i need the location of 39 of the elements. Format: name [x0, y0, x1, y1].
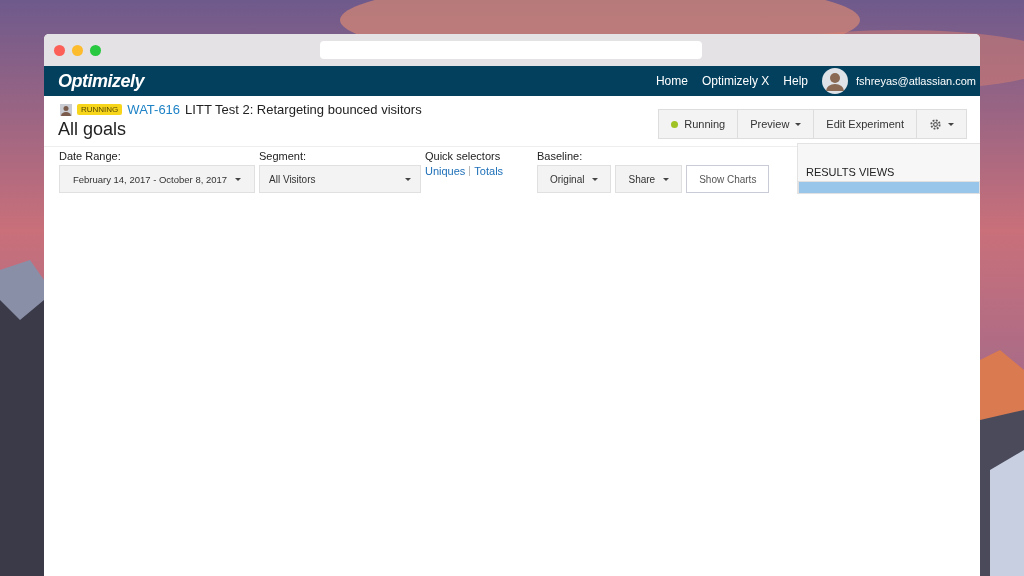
view-title: All goals: [58, 119, 128, 140]
nav-link[interactable]: Optimizely X: [701, 74, 770, 88]
preview-button[interactable]: Preview: [738, 110, 815, 138]
caret-icon: [795, 122, 802, 126]
segment-dropdown[interactable]: All Visitors: [259, 165, 421, 193]
quick-selector-link[interactable]: Totals: [474, 165, 504, 177]
field-label: Quick selectors: [425, 150, 502, 162]
settings-button[interactable]: [917, 110, 966, 138]
user-menu[interactable]: fshreyas@atlassian.com: [856, 75, 980, 87]
status-badge: RUNNING: [77, 104, 123, 115]
nav-link[interactable]: Home: [655, 74, 688, 88]
caret-icon: [592, 177, 599, 181]
maximize-icon[interactable]: [90, 44, 101, 56]
address-bar[interactable]: [320, 41, 702, 59]
field-label: Segment:: [259, 150, 308, 162]
caret-icon: [405, 177, 411, 181]
date-range-dropdown[interactable]: February 14, 2017 - October 8, 2017: [59, 165, 255, 193]
status-button[interactable]: Running: [659, 110, 739, 138]
caret-icon: [235, 177, 242, 181]
logo[interactable]: Optimizely: [58, 70, 145, 92]
edit-experiment-button[interactable]: Edit Experiment: [814, 110, 917, 138]
avatar-icon[interactable]: [822, 68, 848, 94]
caret-icon: [948, 122, 954, 126]
sidebar-title: RESULTS VIEWS: [805, 166, 896, 180]
quick-selector-link[interactable]: Uniques: [425, 165, 466, 177]
nav-link[interactable]: Help: [783, 74, 808, 88]
caret-icon: [663, 177, 670, 181]
user-icon: [60, 103, 72, 116]
field-label: Baseline:: [537, 150, 584, 162]
experiment-name: LITT Test 2: Retargeting bounced visitors: [185, 102, 422, 117]
close-icon[interactable]: [54, 44, 65, 56]
settings-icon: [929, 117, 942, 131]
share-button[interactable]: Share: [615, 165, 683, 193]
baseline-dropdown[interactable]: Original: [537, 165, 612, 193]
show-charts-button[interactable]: Show Charts: [686, 165, 770, 193]
sidebar-item[interactable]: [798, 181, 980, 194]
minimize-icon[interactable]: [72, 44, 83, 56]
experiment-key-link[interactable]: WAT-616: [127, 102, 181, 117]
field-label: Date Range:: [59, 150, 122, 162]
